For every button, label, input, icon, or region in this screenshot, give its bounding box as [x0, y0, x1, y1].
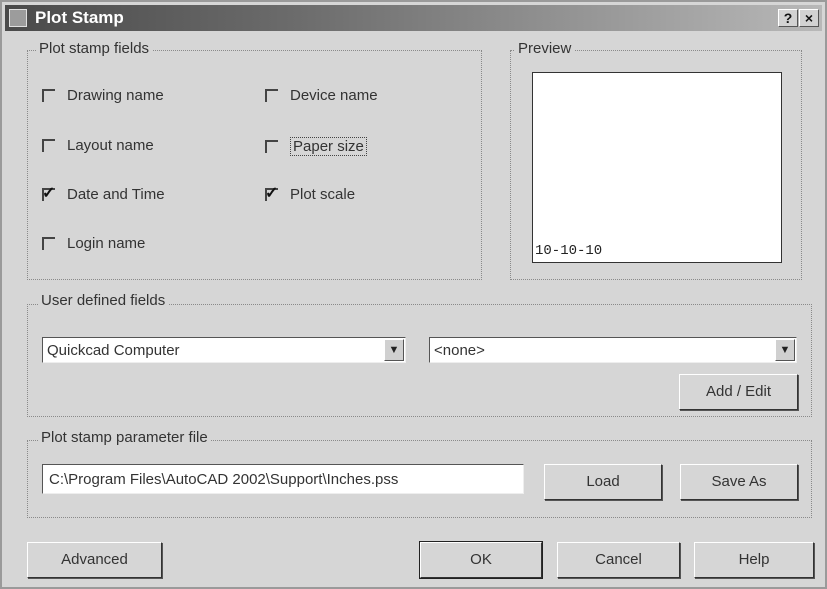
- ok-label: OK: [470, 551, 492, 568]
- parameter-file-path-field[interactable]: C:\Program Files\AutoCAD 2002\Support\In…: [42, 464, 524, 494]
- checkbox-device-name[interactable]: Device name: [265, 87, 378, 104]
- user-field-combo-2[interactable]: <none> ▼: [429, 337, 797, 363]
- checkbox-plot-scale[interactable]: ✓ Plot scale: [265, 185, 356, 203]
- help-label: Help: [738, 551, 770, 568]
- checkbox-icon: [42, 139, 55, 152]
- paper-size-label: Paper size: [290, 137, 367, 156]
- preview-label: Preview: [515, 40, 575, 57]
- login-name-label: Login name: [67, 235, 146, 252]
- window-title: Plot Stamp: [35, 8, 124, 27]
- save-as-button[interactable]: Save As: [680, 464, 798, 500]
- save-as-label: Save As: [711, 473, 767, 490]
- checkbox-icon: [42, 237, 55, 250]
- cancel-label: Cancel: [595, 551, 642, 568]
- checkbox-icon: [265, 89, 278, 102]
- help-button[interactable]: Help: [694, 542, 814, 578]
- device-name-label: Device name: [290, 87, 378, 104]
- help-title-button[interactable]: ?: [778, 9, 798, 27]
- layout-name-label: Layout name: [67, 137, 154, 154]
- cancel-button[interactable]: Cancel: [557, 542, 680, 578]
- ok-button[interactable]: OK: [419, 541, 543, 579]
- checkbox-icon: ✓: [265, 185, 278, 202]
- add-edit-button[interactable]: Add / Edit: [679, 374, 798, 410]
- dropdown-arrow-icon[interactable]: ▼: [775, 339, 795, 361]
- checkbox-drawing-name[interactable]: Drawing name: [42, 87, 164, 104]
- user-field-combo-1-value: Quickcad Computer: [47, 342, 180, 359]
- checkmark-icon: ✓: [265, 185, 279, 202]
- preview-pane: 10-10-10: [532, 72, 782, 263]
- dropdown-arrow-icon[interactable]: ▼: [384, 339, 404, 361]
- preview-stamp-text: 10-10-10: [535, 243, 603, 259]
- parameter-file-label: Plot stamp parameter file: [38, 429, 211, 446]
- user-field-combo-1[interactable]: Quickcad Computer ▼: [42, 337, 406, 363]
- checkbox-date-and-time[interactable]: ✓ Date and Time: [42, 185, 165, 203]
- load-button[interactable]: Load: [544, 464, 662, 500]
- checkbox-paper-size[interactable]: Paper size: [265, 137, 367, 156]
- checkbox-icon: ✓: [42, 185, 55, 202]
- checkbox-layout-name[interactable]: Layout name: [42, 137, 154, 154]
- plot-stamp-fields-label: Plot stamp fields: [36, 40, 153, 57]
- drawing-name-label: Drawing name: [67, 87, 164, 104]
- plot-scale-label: Plot scale: [290, 186, 356, 203]
- close-button[interactable]: ×: [799, 9, 819, 27]
- plot-stamp-dialog: Plot Stamp ? × Plot stamp fields Drawing…: [0, 0, 827, 589]
- advanced-button[interactable]: Advanced: [27, 542, 162, 578]
- add-edit-label: Add / Edit: [705, 383, 772, 400]
- window-menu-icon[interactable]: [9, 9, 27, 27]
- title-bar: Plot Stamp ? ×: [5, 5, 822, 31]
- parameter-file-path: C:\Program Files\AutoCAD 2002\Support\In…: [49, 471, 399, 488]
- user-defined-fields-label: User defined fields: [38, 292, 169, 309]
- checkmark-icon: ✓: [42, 185, 56, 202]
- checkbox-login-name[interactable]: Login name: [42, 235, 145, 252]
- checkbox-icon: [265, 140, 278, 153]
- date-and-time-label: Date and Time: [67, 186, 165, 203]
- checkbox-icon: [42, 89, 55, 102]
- load-label: Load: [586, 473, 620, 490]
- advanced-label: Advanced: [61, 551, 128, 568]
- user-field-combo-2-value: <none>: [434, 342, 485, 359]
